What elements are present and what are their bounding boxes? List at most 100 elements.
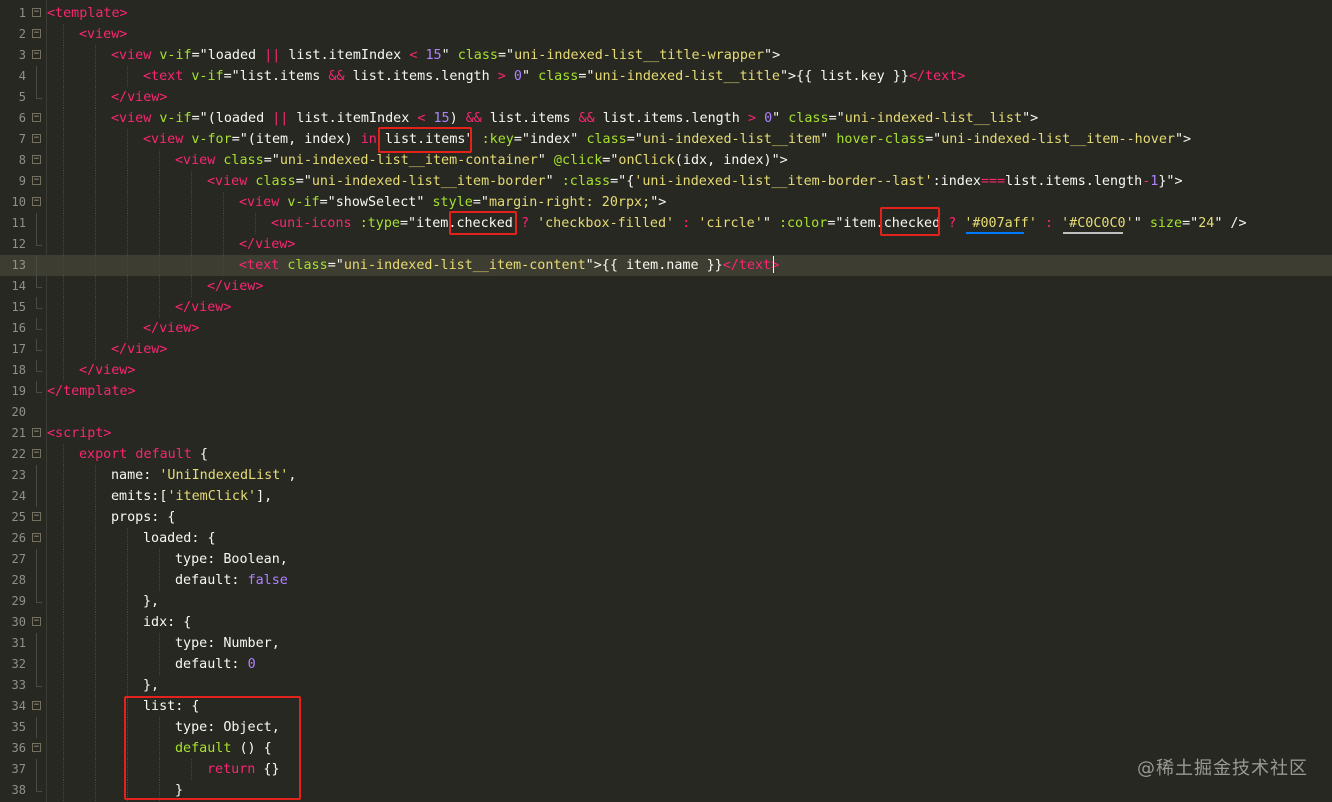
code-line[interactable]: 12 </view> — [0, 234, 1332, 255]
code-token: export default — [79, 447, 192, 462]
line-number: 14 — [11, 279, 26, 293]
indent-guide — [95, 675, 96, 696]
code-line[interactable]: 6− <view v-if="(loaded || list.itemIndex … — [0, 108, 1332, 129]
code-token: <view — [111, 111, 160, 126]
code-text: type: Boolean, — [175, 549, 288, 570]
code-line[interactable]: 5 </view> — [0, 87, 1332, 108]
fold-toggle-icon[interactable]: − — [32, 533, 41, 542]
code-line[interactable]: 11 <uni-icons :type="item.checked ? 'chec… — [0, 213, 1332, 234]
code-token: <view — [239, 195, 288, 210]
code-line[interactable]: 4 <text v-if="list.items && list.items.le… — [0, 66, 1332, 87]
code-token: ) — [449, 111, 466, 126]
line-number: 7 — [18, 132, 26, 146]
code-line[interactable]: 35 type: Object, — [0, 717, 1332, 738]
code-token: list.items" — [376, 132, 482, 147]
code-text: <view> — [79, 24, 127, 45]
code-line[interactable]: 26− loaded: { — [0, 528, 1332, 549]
code-token: uni-indexed-list__item — [642, 132, 821, 147]
code-token: =" — [578, 69, 595, 84]
indent-guide — [63, 255, 64, 276]
indent-guide — [127, 696, 128, 717]
fold-toggle-icon[interactable]: − — [32, 29, 41, 38]
code-line[interactable]: 1− <template> — [0, 3, 1332, 24]
indent-guide — [159, 717, 160, 738]
code-line[interactable]: 19 </template> — [0, 381, 1332, 402]
code-line[interactable]: 24 emits:['itemClick'], — [0, 486, 1332, 507]
indent-guide — [127, 612, 128, 633]
code-text: list: { — [143, 696, 199, 717]
code-editor[interactable]: 1− <template> 2− <view> 3− <view v-if="loaded… — [0, 0, 1332, 802]
code-line[interactable]: 20 — [0, 402, 1332, 423]
code-line[interactable]: 22− export default { — [0, 444, 1332, 465]
code-line[interactable]: 31 type: Number, — [0, 633, 1332, 654]
fold-toggle-icon[interactable]: − — [32, 113, 41, 122]
code-line[interactable]: 32 default: 0 — [0, 654, 1332, 675]
code-token: </view> — [143, 321, 200, 336]
code-line[interactable]: 17 </view> — [0, 339, 1332, 360]
code-token: list.items.length — [594, 111, 748, 126]
code-line[interactable]: 8− <view class="uni-indexed-list__item-co… — [0, 150, 1332, 171]
code-line[interactable]: 23 name: 'UniIndexedList', — [0, 465, 1332, 486]
fold-toggle-icon[interactable]: − — [32, 134, 41, 143]
line-number: 12 — [11, 237, 26, 251]
code-token: default: — [175, 573, 248, 588]
indent-guide — [127, 717, 128, 738]
fold-toggle-icon[interactable]: − — [32, 428, 41, 437]
fold-toggle-icon[interactable]: − — [32, 8, 41, 17]
indent-guide — [191, 171, 192, 192]
code-line[interactable]: 7− <view v-for="(item, index) in list.ite… — [0, 129, 1332, 150]
code-token: 'circle' — [698, 216, 763, 231]
code-line[interactable]: 3− <view v-if="loaded || list.itemIndex <… — [0, 45, 1332, 66]
code-token: =" — [602, 153, 619, 168]
code-token: class — [287, 258, 328, 273]
code-token: <view> — [79, 27, 128, 42]
indent-guide — [159, 780, 160, 801]
fold-toggle-icon[interactable]: − — [32, 701, 41, 710]
fold-toggle-icon[interactable]: − — [32, 512, 41, 521]
code-line[interactable]: 18 </view> — [0, 360, 1332, 381]
code-token: " — [521, 69, 539, 84]
code-token: ="(item, index) — [231, 132, 361, 147]
code-line[interactable]: 27 type: Boolean, — [0, 549, 1332, 570]
code-line[interactable]: 37 return {} — [0, 759, 1332, 780]
code-line[interactable]: 9− <view class="uni-indexed-list__item-bo… — [0, 171, 1332, 192]
code-token: && — [578, 111, 595, 126]
fold-toggle-icon[interactable]: − — [32, 617, 41, 626]
indent-guide — [63, 591, 64, 612]
indent-guide — [63, 696, 64, 717]
code-line[interactable]: 33}, — [0, 675, 1332, 696]
code-line[interactable]: 16 </view> — [0, 318, 1332, 339]
indent-guide — [95, 465, 96, 486]
indent-guide — [127, 297, 128, 318]
code-line[interactable]: 34− list: { — [0, 696, 1332, 717]
code-line[interactable]: 29}, — [0, 591, 1332, 612]
line-number: 8 — [18, 153, 26, 167]
fold-toggle-icon[interactable]: − — [32, 743, 41, 752]
code-line[interactable]: 15 </view> — [0, 297, 1332, 318]
code-line[interactable]: 25− props: { — [0, 507, 1332, 528]
fold-toggle-icon[interactable]: − — [32, 449, 41, 458]
fold-toggle-icon[interactable]: − — [32, 155, 41, 164]
code-line[interactable]: 21− <script> — [0, 423, 1332, 444]
code-token: =" — [925, 132, 942, 147]
indent-guide — [127, 150, 128, 171]
fold-end-guide — [36, 297, 42, 309]
code-line[interactable]: 2− <view> — [0, 24, 1332, 45]
code-token: ="item. — [827, 216, 884, 231]
code-token: default — [175, 741, 232, 756]
code-line[interactable]: 36− default () { — [0, 738, 1332, 759]
fold-toggle-icon[interactable]: − — [32, 197, 41, 206]
fold-toggle-icon[interactable]: − — [32, 50, 41, 59]
code-line[interactable]: 13 <text class="uni-indexed-list__item-co… — [0, 255, 1332, 276]
indent-guide — [159, 759, 160, 780]
code-line[interactable]: 14 </view> — [0, 276, 1332, 297]
code-token: =" — [472, 195, 489, 210]
fold-guide — [36, 255, 37, 276]
fold-end-guide — [36, 276, 42, 288]
code-line[interactable]: 30− idx: { — [0, 612, 1332, 633]
fold-toggle-icon[interactable]: − — [32, 176, 41, 185]
code-line[interactable]: 38} — [0, 780, 1332, 801]
code-line[interactable]: 28 default: false — [0, 570, 1332, 591]
code-line[interactable]: 10− <view v-if="showSelect" style="margin… — [0, 192, 1332, 213]
